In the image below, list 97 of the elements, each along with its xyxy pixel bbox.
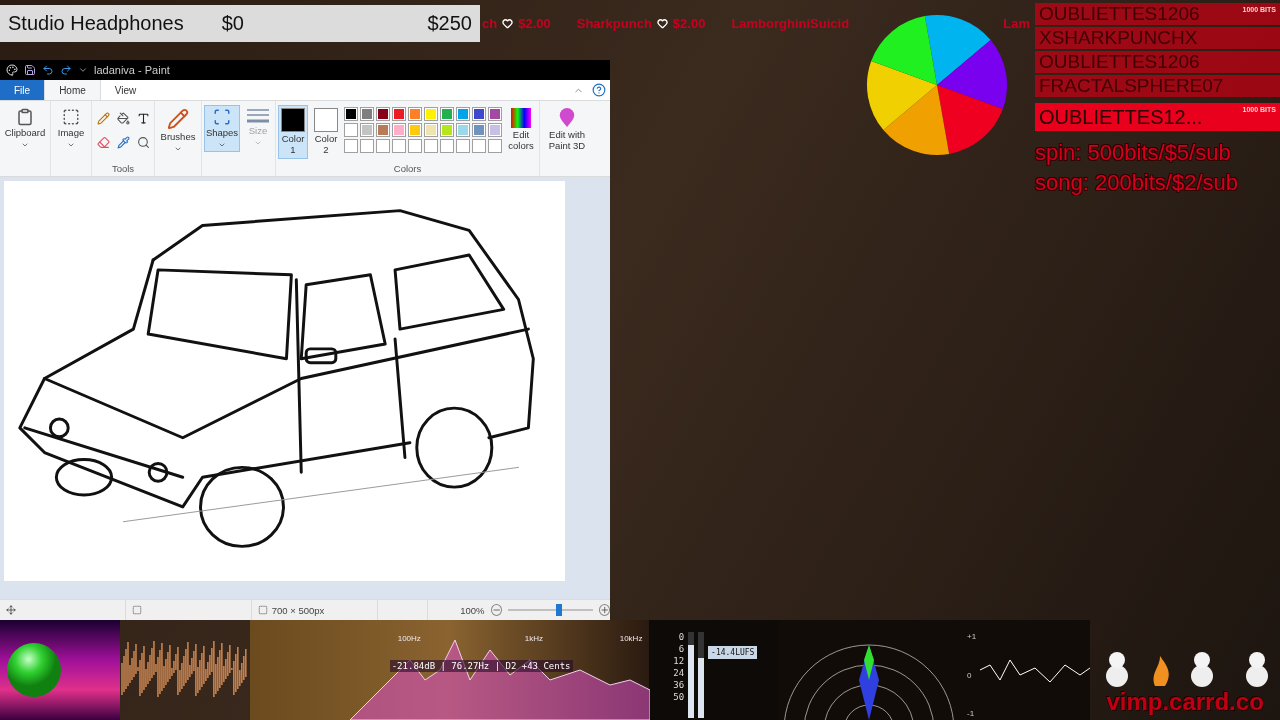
group-label: Colors bbox=[393, 163, 422, 174]
palette-swatch[interactable] bbox=[376, 107, 390, 121]
redo-icon[interactable] bbox=[60, 64, 72, 76]
empty-swatch[interactable] bbox=[392, 139, 406, 153]
selection-size-icon bbox=[131, 605, 142, 615]
meter-tick-label: 50 bbox=[673, 692, 685, 702]
empty-swatch[interactable] bbox=[472, 139, 486, 153]
loudness-reading: -14.4LUFS bbox=[708, 646, 758, 659]
meter-tick-label: 6 bbox=[677, 644, 685, 654]
palette-swatch[interactable] bbox=[472, 107, 486, 121]
event-username: XSHARKPUNCHX bbox=[1039, 27, 1198, 49]
palette-swatch[interactable] bbox=[360, 123, 374, 137]
palette-swatch[interactable] bbox=[456, 107, 470, 121]
palette-swatch[interactable] bbox=[408, 107, 422, 121]
cursor-position-icon bbox=[6, 605, 16, 615]
paint-app-icon bbox=[6, 64, 18, 76]
price-note: spin: 500bits/$5/sub bbox=[1035, 139, 1232, 167]
edit-colors-button[interactable]: Edit colors bbox=[505, 105, 537, 155]
palette-swatch[interactable] bbox=[360, 107, 374, 121]
customize-caret-icon[interactable] bbox=[78, 65, 88, 75]
line-width-icon bbox=[246, 108, 270, 124]
ticker-amount: $2.00 bbox=[672, 16, 706, 31]
palette-swatch[interactable] bbox=[392, 107, 406, 121]
ticker-amount: $2.00 bbox=[518, 16, 551, 31]
zoom-percent: 100% bbox=[460, 604, 485, 616]
size-button: Size bbox=[243, 105, 273, 150]
ticker-donor-name: Lam bbox=[1003, 16, 1030, 31]
sphere-icon bbox=[6, 642, 62, 698]
event-username: OUBLIETTES12... bbox=[1039, 105, 1203, 130]
meter-tick-label: 36 bbox=[673, 680, 685, 690]
canvas-size-icon bbox=[257, 605, 268, 615]
scope-tick-label: 0 bbox=[967, 670, 973, 680]
zoom-in-icon[interactable] bbox=[598, 604, 611, 616]
heart-icon bbox=[502, 18, 514, 29]
palette-swatch[interactable] bbox=[440, 107, 454, 121]
palette-swatch[interactable] bbox=[488, 123, 502, 137]
scope-tick-label: +1 bbox=[967, 632, 977, 641]
empty-swatch[interactable] bbox=[488, 139, 502, 153]
price-note: song: 200bits/$2/sub bbox=[1035, 169, 1240, 197]
zoom-slider-thumb[interactable] bbox=[555, 604, 562, 616]
color-slot-button[interactable]: Color 2 bbox=[311, 105, 341, 159]
palette-swatch[interactable] bbox=[376, 123, 390, 137]
palette-swatch[interactable] bbox=[392, 123, 406, 137]
meter-tick-label: 12 bbox=[673, 656, 685, 666]
empty-swatch[interactable] bbox=[344, 139, 358, 153]
palette-swatch[interactable] bbox=[424, 123, 438, 137]
palette-swatch[interactable] bbox=[472, 123, 486, 137]
frequency-label: 10kHz bbox=[619, 634, 643, 643]
window-title: ladaniva - Paint bbox=[94, 64, 170, 76]
empty-swatch[interactable] bbox=[408, 139, 422, 153]
clipboard-button[interactable]: Clipboard bbox=[2, 105, 48, 152]
meter-tick-label: 0 bbox=[677, 632, 685, 642]
canvas-dimensions: 700 × 500px bbox=[271, 604, 325, 616]
palette-swatch[interactable] bbox=[408, 123, 422, 137]
undo-icon[interactable] bbox=[42, 64, 54, 76]
ticker-donor-name: LamborghiniSuicid bbox=[731, 16, 850, 31]
event-username: FRACTALSPHERE07 bbox=[1039, 75, 1224, 97]
fill-bucket-tool-icon[interactable] bbox=[114, 109, 132, 127]
palette-swatch[interactable] bbox=[344, 107, 358, 121]
ribbon-tab[interactable]: Home bbox=[44, 80, 101, 100]
paint-drop-icon bbox=[558, 108, 576, 128]
event-username: OUBLIETTES1206 bbox=[1039, 51, 1200, 73]
empty-swatch[interactable] bbox=[360, 139, 374, 153]
clipboard-icon bbox=[16, 108, 34, 126]
heart-icon bbox=[656, 18, 668, 29]
image-button[interactable]: Image bbox=[53, 105, 89, 152]
palette-swatch[interactable] bbox=[456, 123, 470, 137]
empty-swatch[interactable] bbox=[376, 139, 390, 153]
ticker-donor-name: Sharkpunch bbox=[576, 16, 652, 31]
frequency-label: 1kHz bbox=[524, 634, 543, 643]
file-menu-tab[interactable]: File bbox=[0, 80, 45, 100]
paint-3d-button[interactable]: Edit with Paint 3D bbox=[542, 105, 592, 155]
event-username: OUBLIETTES1206 bbox=[1039, 3, 1200, 25]
palette-swatch[interactable] bbox=[424, 107, 438, 121]
help-icon[interactable] bbox=[592, 83, 606, 97]
palette-swatch[interactable] bbox=[440, 123, 454, 137]
goal-current-amount: $0 bbox=[221, 12, 244, 35]
scope-tick-label: -1 bbox=[967, 709, 976, 718]
frequency-label: 100Hz bbox=[397, 634, 421, 643]
save-icon[interactable] bbox=[24, 64, 36, 76]
goal-target-amount: $250 bbox=[427, 12, 472, 35]
palette-swatch[interactable] bbox=[344, 123, 358, 137]
shapes-button[interactable]: Shapes bbox=[204, 105, 240, 152]
pencil-tool-icon[interactable] bbox=[94, 109, 112, 127]
palette-swatch[interactable] bbox=[488, 107, 502, 121]
goal-name: Studio Headphones bbox=[8, 12, 184, 35]
color-slot-button[interactable]: Color 1 bbox=[278, 105, 308, 159]
ticker-donor-name: ch bbox=[482, 16, 498, 31]
group-label: Tools bbox=[111, 163, 135, 174]
color-spectrum-icon bbox=[511, 108, 531, 128]
empty-swatch[interactable] bbox=[440, 139, 454, 153]
empty-swatch[interactable] bbox=[424, 139, 438, 153]
meter-tick-label: 24 bbox=[673, 668, 685, 678]
empty-swatch[interactable] bbox=[456, 139, 470, 153]
selection-icon bbox=[62, 108, 80, 126]
pitch-reading: -21.84dB | 76.27Hz | D2 +43 Cents bbox=[389, 660, 573, 672]
brushes-button[interactable]: Brushes bbox=[157, 105, 199, 156]
